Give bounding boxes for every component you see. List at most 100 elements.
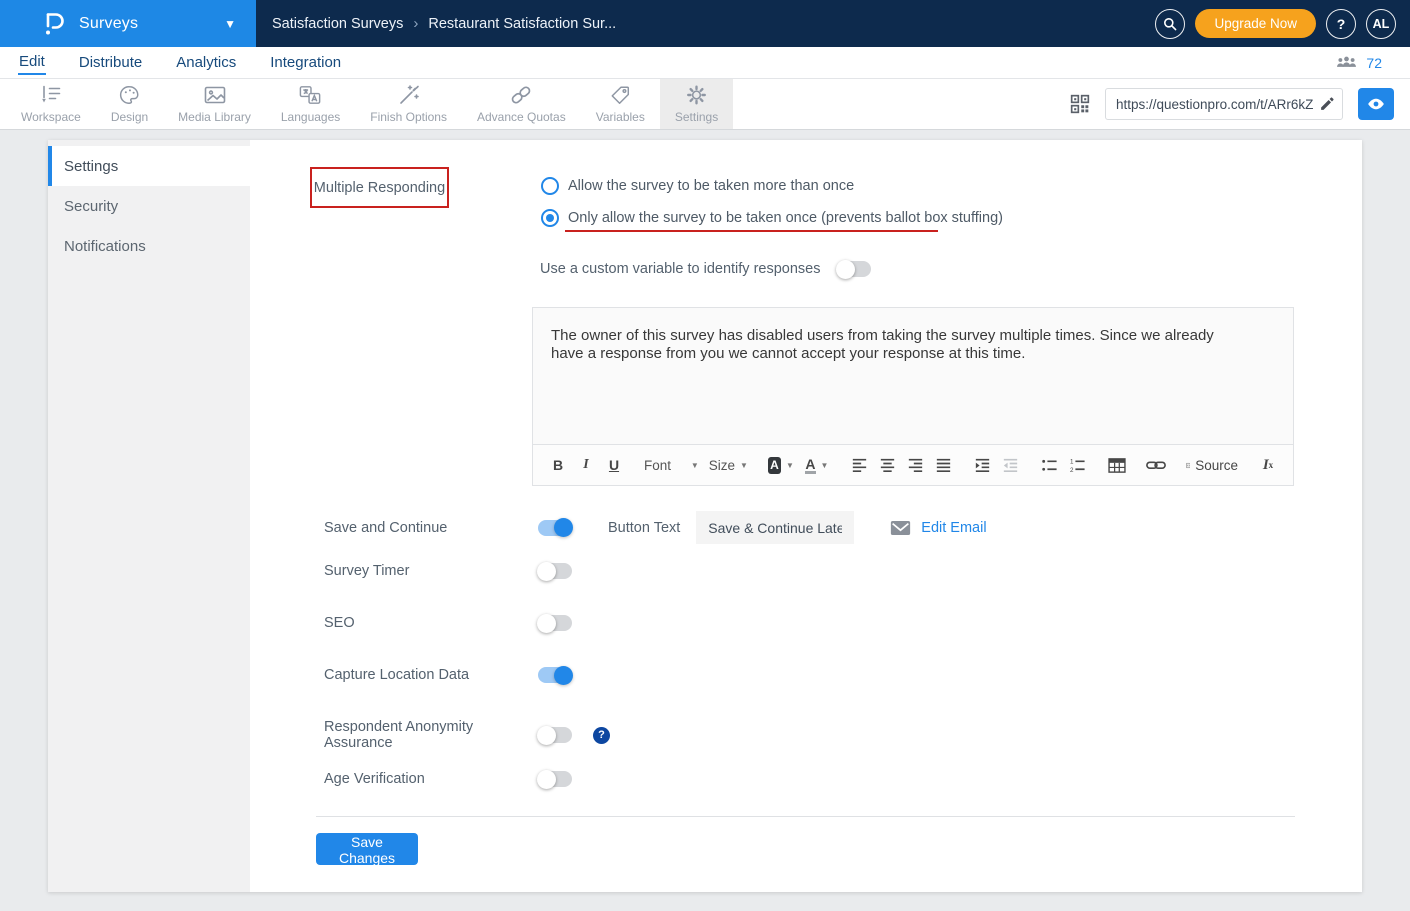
remove-format-button[interactable]: Ix xyxy=(1255,451,1281,479)
breadcrumb-separator-icon: › xyxy=(413,15,418,32)
insert-table-button[interactable] xyxy=(1104,451,1130,479)
indent-button[interactable] xyxy=(970,451,996,479)
chevron-down-icon: ▼ xyxy=(740,461,748,470)
finish-options-wand-icon xyxy=(397,84,421,106)
align-left-button[interactable] xyxy=(847,451,873,479)
button-text-label: Button Text xyxy=(608,520,680,536)
survey-timer-row: Survey Timer xyxy=(324,563,572,579)
survey-toolbar: Workspace Design Media Library xyxy=(0,79,1410,130)
search-button[interactable] xyxy=(1155,9,1185,39)
radio-option-only-once[interactable]: Only allow the survey to be taken once (… xyxy=(541,209,1003,227)
radio-unselected-icon[interactable] xyxy=(541,177,559,195)
background-color-button[interactable]: A▼ xyxy=(764,451,798,479)
radio-selected-icon[interactable] xyxy=(541,209,559,227)
respondent-anonymity-toggle[interactable] xyxy=(538,727,572,743)
age-verification-row: Age Verification xyxy=(324,771,572,787)
save-changes-button[interactable]: Save Changes xyxy=(316,833,418,865)
design-palette-icon xyxy=(118,84,141,106)
numbered-list-button[interactable]: 12 xyxy=(1065,451,1091,479)
font-dropdown[interactable]: Font▼ xyxy=(640,451,703,479)
svg-text:2: 2 xyxy=(1070,467,1074,473)
sidebar-item-security[interactable]: Security xyxy=(48,186,250,226)
save-and-continue-toggle[interactable] xyxy=(538,520,572,536)
advance-quotas-chain-icon xyxy=(509,84,533,106)
breadcrumb-parent[interactable]: Satisfaction Surveys xyxy=(272,16,403,32)
capture-location-row: Capture Location Data xyxy=(324,667,572,683)
editor-message-text[interactable]: The owner of this survey has disabled us… xyxy=(533,308,1293,362)
toolbar-right xyxy=(1070,79,1410,129)
settings-gear-icon xyxy=(685,84,708,106)
tab-distribute[interactable]: Distribute xyxy=(78,52,143,74)
toolbar-item-finish-options[interactable]: Finish Options xyxy=(355,79,462,129)
seo-row: SEO xyxy=(324,615,572,631)
multiple-responding-label-annotation-box: Multiple Responding xyxy=(310,167,449,208)
variables-tag-icon xyxy=(609,84,632,106)
custom-variable-row: Use a custom variable to identify respon… xyxy=(540,261,871,277)
eye-icon xyxy=(1367,97,1385,111)
background-color-icon: A xyxy=(768,457,781,474)
survey-url-input[interactable] xyxy=(1105,88,1343,120)
top-bar: Surveys ▼ Satisfaction Surveys › Restaur… xyxy=(0,0,1410,47)
seo-toggle[interactable] xyxy=(538,615,572,631)
underline-button[interactable]: U xyxy=(601,451,627,479)
align-right-button[interactable] xyxy=(903,451,929,479)
breadcrumb-current: Restaurant Satisfaction Sur... xyxy=(428,16,616,32)
settings-page-card: Settings Security Notifications Multiple… xyxy=(48,140,1362,892)
age-verification-toggle[interactable] xyxy=(538,771,572,787)
qr-code-icon[interactable] xyxy=(1070,94,1090,114)
save-and-continue-label: Save and Continue xyxy=(324,520,538,536)
custom-variable-toggle[interactable] xyxy=(837,261,871,277)
help-button[interactable]: ? xyxy=(1326,9,1356,39)
text-color-button[interactable]: A▼ xyxy=(800,451,834,479)
align-center-button[interactable] xyxy=(875,451,901,479)
mail-icon[interactable] xyxy=(890,520,911,536)
search-icon xyxy=(1162,16,1178,32)
toolbar-item-advance-quotas[interactable]: Advance Quotas xyxy=(462,79,581,129)
toolbar-item-variables[interactable]: Variables xyxy=(581,79,660,129)
align-justify-button[interactable] xyxy=(931,451,957,479)
bulleted-list-button[interactable] xyxy=(1037,451,1063,479)
edit-email-link[interactable]: Edit Email xyxy=(921,520,986,536)
preview-survey-button[interactable] xyxy=(1358,88,1394,120)
toolbar-item-media-library[interactable]: Media Library xyxy=(163,79,266,129)
annotation-underline xyxy=(565,230,938,232)
toolbar-item-settings[interactable]: Settings xyxy=(660,79,733,129)
toolbar-item-design[interactable]: Design xyxy=(96,79,163,129)
bold-button[interactable]: B xyxy=(545,451,571,479)
workspace-icon xyxy=(39,84,63,106)
tab-integration[interactable]: Integration xyxy=(269,52,342,74)
custom-variable-label: Use a custom variable to identify respon… xyxy=(540,261,820,277)
survey-timer-toggle[interactable] xyxy=(538,563,572,579)
help-circle-icon[interactable]: ? xyxy=(593,727,610,744)
radio-option-multiple-allowed[interactable]: Allow the survey to be taken more than o… xyxy=(541,177,854,195)
button-text-input[interactable] xyxy=(696,511,854,544)
tab-edit[interactable]: Edit xyxy=(18,51,46,75)
main-nav-tabs: Edit Distribute Analytics Integration 72 xyxy=(0,47,1410,79)
svg-text:1: 1 xyxy=(1070,458,1074,465)
save-and-continue-row: Save and Continue Button Text Edit Email xyxy=(324,511,987,544)
chevron-down-icon: ▼ xyxy=(821,461,829,470)
capture-location-toggle[interactable] xyxy=(538,667,572,683)
respondent-anonymity-row: Respondent Anonymity Assurance ? xyxy=(324,719,610,751)
chevron-down-icon: ▼ xyxy=(691,461,699,470)
product-switcher[interactable]: Surveys ▼ xyxy=(0,0,256,47)
disabled-message-editor[interactable]: The owner of this survey has disabled us… xyxy=(532,307,1294,486)
toolbar-item-languages[interactable]: Languages xyxy=(266,79,355,129)
insert-link-button[interactable] xyxy=(1143,451,1169,479)
chevron-down-icon: ▼ xyxy=(224,17,236,31)
upgrade-now-button[interactable]: Upgrade Now xyxy=(1195,9,1316,38)
avatar[interactable]: AL xyxy=(1366,9,1396,39)
sidebar-item-notifications[interactable]: Notifications xyxy=(48,226,250,266)
section-divider xyxy=(316,816,1295,817)
sidebar-item-settings[interactable]: Settings xyxy=(48,146,250,186)
top-actions: Upgrade Now ? AL xyxy=(1155,9,1396,39)
toolbar-item-workspace[interactable]: Workspace xyxy=(6,79,96,129)
source-button[interactable]: Source xyxy=(1182,451,1242,479)
text-color-icon: A xyxy=(805,457,815,474)
size-dropdown[interactable]: Size▼ xyxy=(705,451,751,479)
italic-button[interactable]: I xyxy=(573,451,599,479)
outdent-button[interactable] xyxy=(998,451,1024,479)
edit-url-pencil-icon[interactable] xyxy=(1319,95,1336,112)
collaborators-count[interactable]: 72 xyxy=(1366,55,1382,71)
tab-analytics[interactable]: Analytics xyxy=(175,52,237,74)
